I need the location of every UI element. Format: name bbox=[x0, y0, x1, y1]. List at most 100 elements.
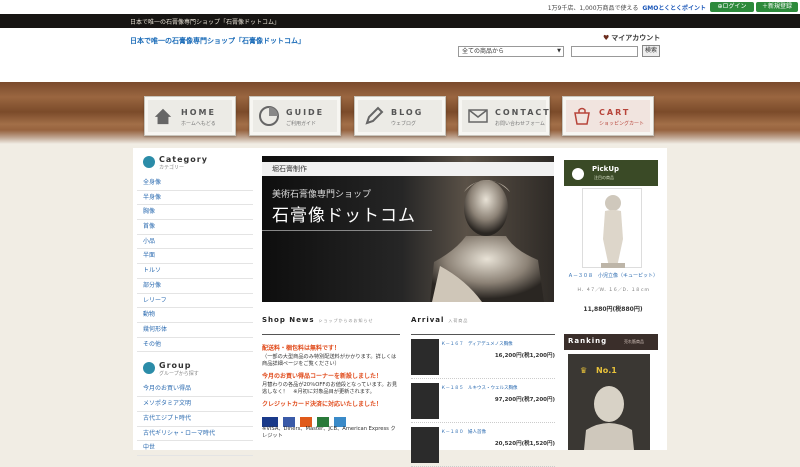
ranking-header: Ranking 売れ筋商品 bbox=[564, 334, 658, 350]
category-item[interactable]: 幾何形体 bbox=[137, 323, 253, 338]
arrival-item[interactable]: Ｋ－１８０ 婦人首像 20,520円(税1,520円) bbox=[411, 423, 555, 467]
crown-icon: ♛ bbox=[580, 366, 588, 375]
category-list: 全身像 半身像 胸像 首像 小品 半面 トルソ 部分像 レリーフ 動物 幾何形体… bbox=[137, 176, 253, 353]
arrival-name[interactable]: Ｋ－１６７ ディアデュメノス胸像 bbox=[441, 341, 513, 347]
ranking-title: Ranking bbox=[568, 337, 608, 345]
register-button[interactable]: ＋新規登録 bbox=[756, 2, 798, 12]
banner-title: 石膏像ドットコム bbox=[272, 206, 416, 226]
shop-news-rule bbox=[262, 334, 400, 335]
pickup-sub: 注目の商品 bbox=[594, 175, 614, 180]
search-input[interactable] bbox=[571, 46, 638, 57]
category-item[interactable]: 全身像 bbox=[137, 176, 253, 191]
arrival-section: Arrival 入荷商品 Ｋ－１６７ ディアデュメノス胸像 16,200円(税1,… bbox=[411, 316, 555, 467]
news-item-1-head[interactable]: 配送料・梱包料は無料です！ bbox=[262, 345, 400, 352]
cupid-statue-image bbox=[601, 195, 625, 268]
category-item[interactable]: レリーフ bbox=[137, 294, 253, 309]
group-item[interactable]: 今月のお買い得品 bbox=[137, 382, 253, 398]
pickup-title: PickUp bbox=[592, 165, 620, 173]
news-item-3-head[interactable]: クレジットカード決済に対応いたしました！ bbox=[262, 401, 400, 408]
ranking-item[interactable]: ♛ No.1 bbox=[568, 354, 650, 450]
category-item[interactable]: その他 bbox=[137, 338, 253, 353]
category-item[interactable]: 動物 bbox=[137, 308, 253, 323]
group-item[interactable]: メソポタミア文明 bbox=[137, 397, 253, 412]
nav-home-label: HOME bbox=[181, 108, 216, 117]
search-category-select[interactable]: 全ての商品から ▼ bbox=[458, 46, 564, 57]
arrival-thumb[interactable] bbox=[411, 383, 439, 419]
nav-home-button[interactable]: HOME ホームへもどる bbox=[144, 96, 236, 136]
left-sidebar: Category カテゴリー 全身像 半身像 胸像 首像 小品 半面 トルソ 部… bbox=[137, 152, 253, 457]
nav-contact-sub: お問い合わせフォーム bbox=[495, 121, 545, 127]
category-sub: カテゴリー bbox=[159, 165, 185, 171]
group-icon bbox=[143, 362, 155, 375]
credit-card-logos bbox=[262, 412, 400, 427]
category-icon bbox=[143, 156, 155, 168]
search-button[interactable]: 検索 bbox=[642, 45, 660, 57]
news-item-1-body: （一部の大型商品のみ特別配送料がかかります。詳しくは商品詳細ページをご覧ください… bbox=[262, 354, 397, 367]
nav-blog-sub: ウェブログ bbox=[391, 121, 417, 127]
cart-icon bbox=[574, 107, 590, 125]
nav-blog-label: BLOG bbox=[391, 108, 424, 117]
top-utility-bar: 1万9千店、1,000万商品で使える GMOとくとくポイント ⊕ログイン ＋新規登… bbox=[0, 0, 800, 14]
group-item[interactable]: 古代エジプト時代 bbox=[137, 412, 253, 427]
arrival-thumb[interactable] bbox=[411, 427, 439, 463]
category-item[interactable]: 胸像 bbox=[137, 205, 253, 221]
news-item-3-body: ※VISA、Diners、Master、JCB、American Express… bbox=[262, 426, 396, 439]
nav-contact-button[interactable]: CONTACT お問い合わせフォーム bbox=[458, 96, 550, 136]
guide-icon bbox=[259, 106, 279, 126]
shop-news-title: Shop News ショップからのお知らせ bbox=[262, 316, 374, 324]
banner-divider bbox=[262, 230, 432, 231]
heart-icon: ♥ bbox=[603, 34, 610, 42]
login-button[interactable]: ⊕ログイン bbox=[710, 2, 754, 12]
nav-cart-button[interactable]: CART ショッピングカート bbox=[562, 96, 654, 136]
arrival-item[interactable]: Ｋ－１８５ ルキウス・ウェルス胸像 97,200円(税7,200円) bbox=[411, 379, 555, 423]
home-icon bbox=[154, 108, 172, 125]
arrival-price: 97,200円(税7,200円) bbox=[494, 397, 555, 403]
group-header: Group グループから探す bbox=[137, 358, 253, 378]
category-item[interactable]: 半面 bbox=[137, 249, 253, 265]
chevron-down-icon: ▼ bbox=[557, 48, 561, 54]
nav-contact-label: CONTACT bbox=[495, 108, 551, 117]
news-item-2-head[interactable]: 今月のお買い得品コーナーを新設しました！ bbox=[262, 373, 400, 380]
shop-news-section: Shop News ショップからのお知らせ 配送料・梱包料は無料です！ （一部の大… bbox=[262, 316, 400, 440]
rank-number: No.1 bbox=[596, 366, 617, 375]
hero-banner[interactable]: 堀石膏制作 美術石膏像専門ショップ 石膏像ドットコム bbox=[262, 156, 554, 302]
pickup-banner: PickUp 注目の商品 bbox=[564, 160, 658, 186]
nav-home-sub: ホームへもどる bbox=[181, 121, 216, 127]
apollo-bust-image bbox=[430, 180, 544, 302]
ranking-sub: 売れ筋商品 bbox=[624, 339, 644, 344]
arrival-item[interactable]: Ｋ－１６７ ディアデュメノス胸像 16,200円(税1,200円) bbox=[411, 335, 555, 379]
arrival-title: Arrival 入荷商品 bbox=[411, 316, 469, 324]
category-header: Category カテゴリー bbox=[137, 152, 253, 172]
site-header: 日本で唯一の石膏像専門ショップ「石膏像ドットコム」 ♥ マイアカウント 全ての商品… bbox=[0, 28, 800, 82]
nav-cart-label: CART bbox=[599, 108, 631, 117]
nav-guide-button[interactable]: GUIDE ご利用ガイド bbox=[249, 96, 341, 136]
site-title[interactable]: 日本で唯一の石膏像専門ショップ「石膏像ドットコム」 bbox=[130, 36, 305, 46]
my-account-link[interactable]: ♥ マイアカウント bbox=[603, 33, 660, 43]
nav-cart-sub: ショッピングカート bbox=[599, 121, 645, 127]
group-item[interactable]: 古代ギリシャ・ローマ時代 bbox=[137, 427, 253, 442]
category-item[interactable]: 小品 bbox=[137, 235, 253, 250]
pickup-name[interactable]: Ａ－３０８ 小児立像（キューピット） bbox=[568, 272, 658, 279]
pickup-icon bbox=[572, 168, 584, 180]
mail-icon bbox=[468, 109, 488, 123]
pencil-icon bbox=[365, 106, 384, 125]
gmo-point-logo[interactable]: GMOとくとくポイント bbox=[642, 3, 706, 12]
category-item[interactable]: 首像 bbox=[137, 220, 253, 235]
nav-guide-label: GUIDE bbox=[286, 108, 325, 117]
arrival-name[interactable]: Ｋ－１８０ 婦人首像 bbox=[441, 429, 486, 435]
arrival-thumb[interactable] bbox=[411, 339, 439, 375]
group-item[interactable]: 中世 bbox=[137, 441, 253, 457]
pickup-image[interactable] bbox=[582, 188, 642, 268]
category-item[interactable]: 部分像 bbox=[137, 279, 253, 294]
news-item-2-body: 月替わりの各品が20％OFFのお値段となっています。お見逃しなく！ ※月初に対象… bbox=[262, 382, 398, 395]
nav-blog-button[interactable]: BLOG ウェブログ bbox=[354, 96, 446, 136]
tagline-text: 日本で唯一の石膏像専門ショップ「石膏像ドットコム」 bbox=[130, 19, 281, 26]
arrival-price: 20,520円(税1,520円) bbox=[494, 441, 555, 447]
nav-guide-sub: ご利用ガイド bbox=[286, 121, 317, 127]
category-item[interactable]: トルソ bbox=[137, 264, 253, 279]
banner-subtitle: 美術石膏像専門ショップ bbox=[272, 190, 372, 200]
ranking-bust-image bbox=[584, 386, 634, 450]
arrival-name[interactable]: Ｋ－１８５ ルキウス・ウェルス胸像 bbox=[441, 385, 518, 391]
category-item[interactable]: 半身像 bbox=[137, 191, 253, 206]
pickup-header: PickUp 注目の商品 bbox=[564, 160, 658, 186]
